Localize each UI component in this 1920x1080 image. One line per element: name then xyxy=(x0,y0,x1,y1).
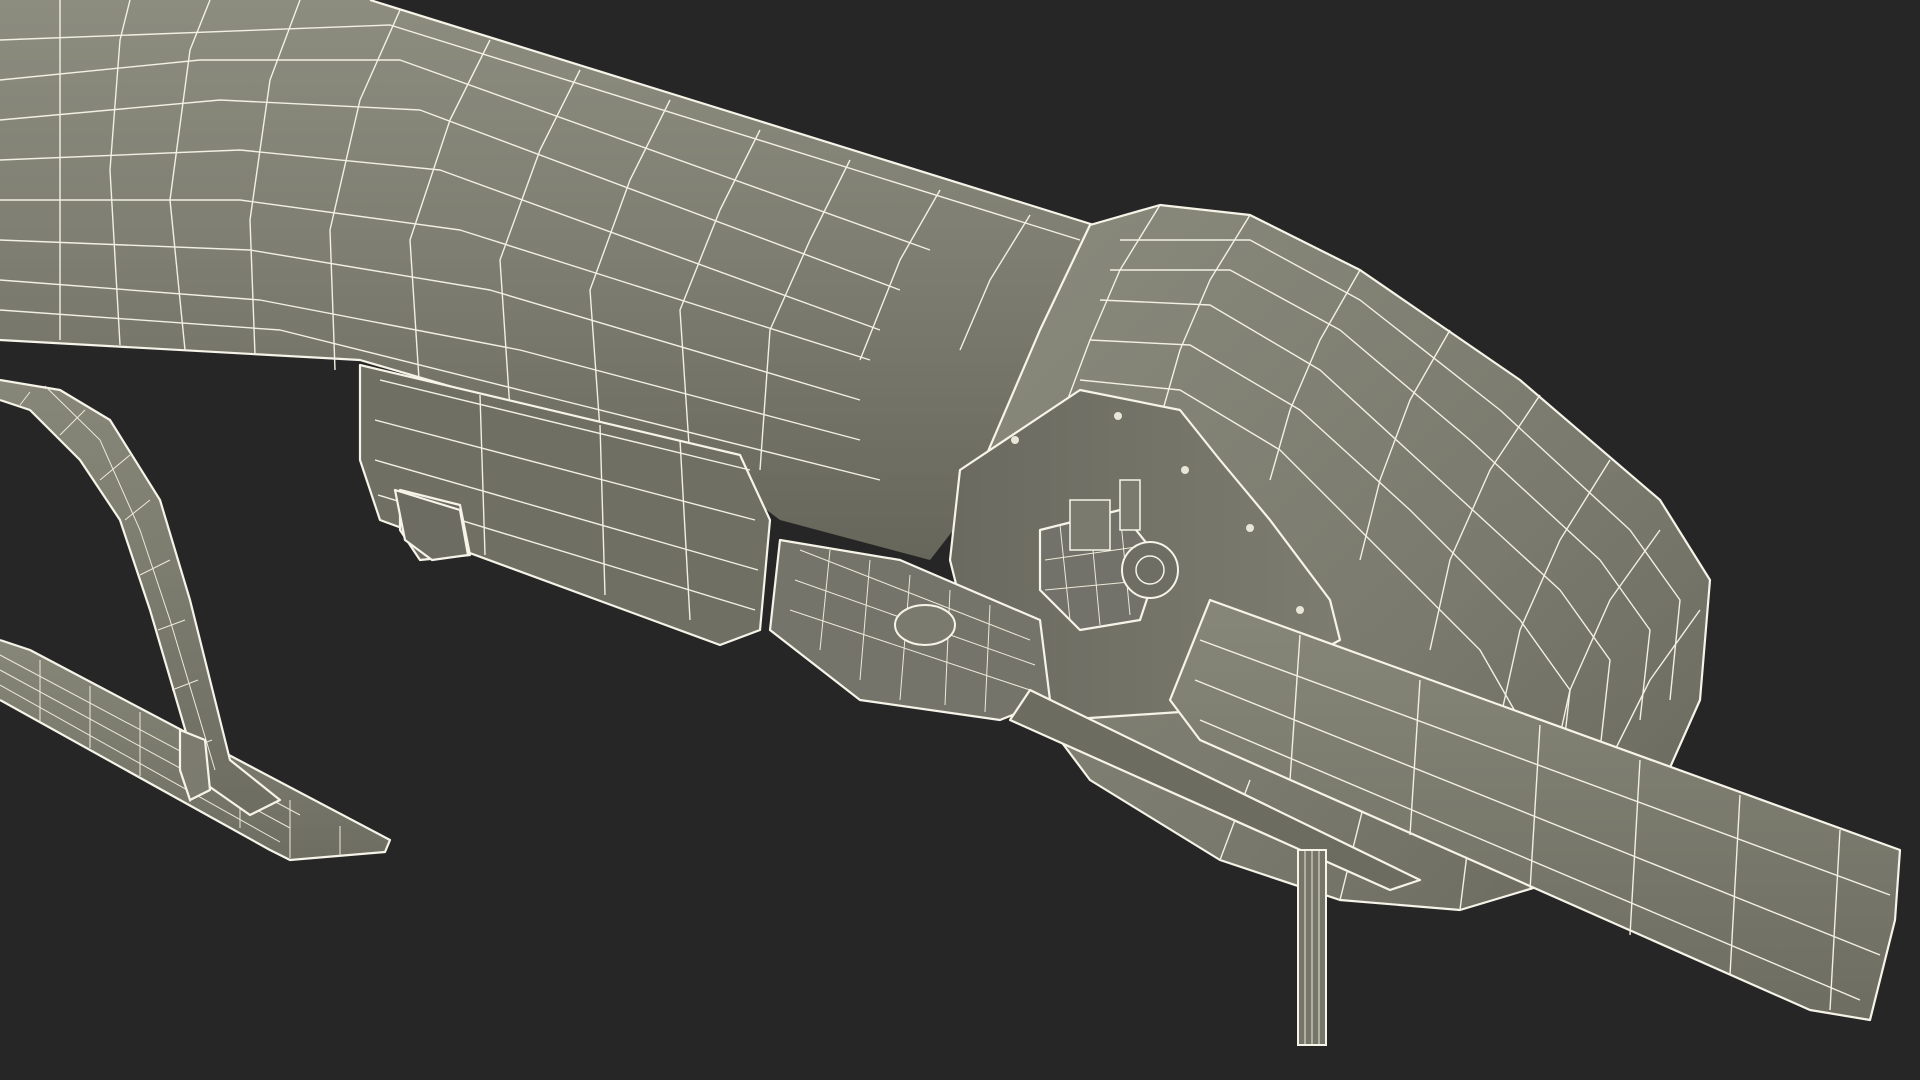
wireframe-model-render xyxy=(0,0,1902,1046)
viewport xyxy=(0,0,1920,1080)
left-support-frame xyxy=(0,378,392,862)
